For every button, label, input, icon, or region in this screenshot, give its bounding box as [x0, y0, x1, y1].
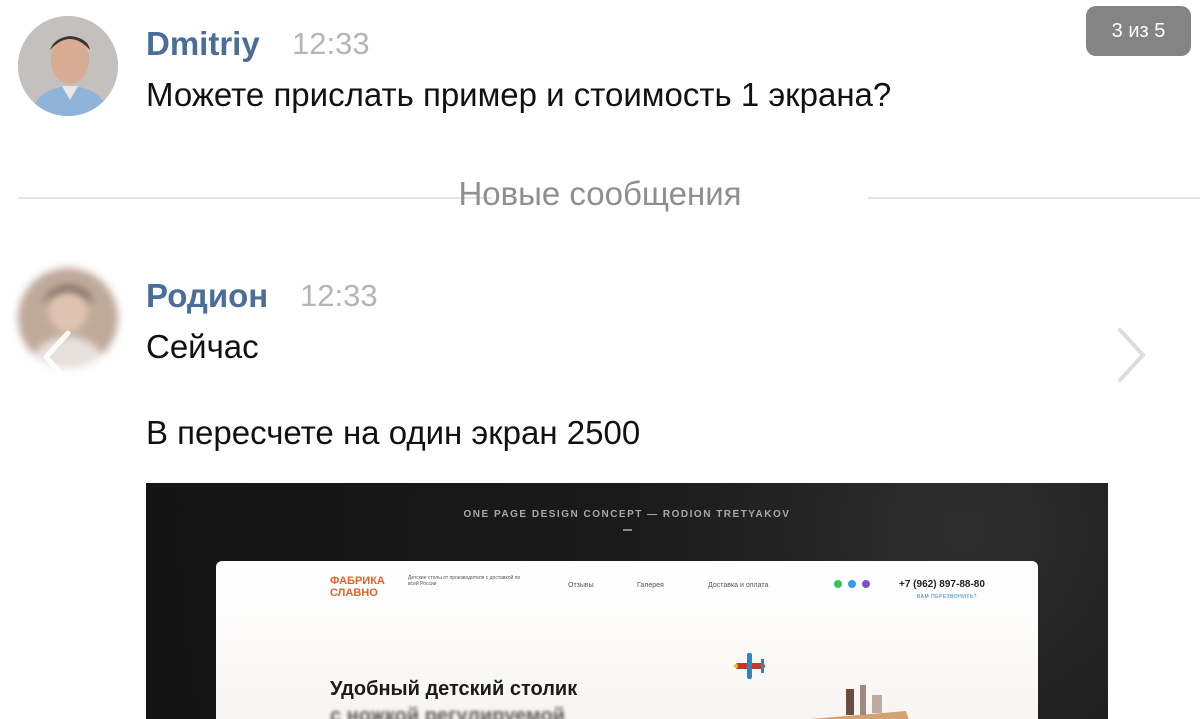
next-image-button[interactable] — [1112, 326, 1152, 386]
preview-caption: ONE PAGE DESIGN CONCEPT — RODION TRETYAK… — [463, 509, 791, 520]
message-text: Можете прислать пример и стоимость 1 экр… — [146, 76, 892, 113]
new-messages-divider: Новые сообщения — [458, 175, 742, 212]
mockup-nav-item: Отзывы — [568, 582, 594, 589]
mockup-heading: Удобный детский столик — [330, 678, 578, 700]
mockup-tagline: Детские столы от производителя с доставк… — [408, 575, 521, 587]
viber-icon — [862, 580, 870, 588]
message-time: 12:33 — [292, 26, 370, 61]
telegram-icon — [848, 580, 856, 588]
mockup-nav-item: Галерея — [637, 582, 664, 589]
message-author[interactable]: Dmitriy — [146, 25, 260, 63]
attached-image-preview[interactable]: ONE PAGE DESIGN CONCEPT — RODION TRETYAK… — [146, 483, 1108, 719]
message-text: Сейчас — [146, 328, 259, 365]
mockup-logo: ФАБРИКА СЛАВНО — [330, 575, 385, 599]
kids-table-icon — [810, 685, 909, 719]
image-counter-badge: 3 из 5 — [1086, 6, 1191, 56]
avatar[interactable] — [18, 16, 118, 116]
website-mockup: ФАБРИКА СЛАВНО Детские столы от производ… — [216, 561, 1038, 719]
mockup-callback-link: ВАМ ПЕРЕЗВОНИТЬ? — [917, 594, 977, 600]
mockup-heading-line2: с ножкой регулируемой — [330, 705, 565, 719]
chevron-left-icon — [43, 330, 71, 384]
message-text: В пересчете на один экран 2500 — [146, 414, 641, 451]
caption-divider — [623, 529, 632, 531]
mockup-logo-line2: СЛАВНО — [330, 587, 378, 599]
chevron-right-icon — [1118, 328, 1145, 382]
message-time: 12:33 — [300, 278, 378, 313]
mockup-messenger-icons — [834, 580, 870, 588]
avatar-photo-icon — [18, 16, 118, 116]
mockup-phone: +7 (962) 897-88-80 — [899, 579, 985, 590]
message-author[interactable]: Родион — [146, 277, 268, 315]
mockup-nav-item: Доставка и оплата — [708, 582, 769, 589]
toy-plane-icon — [734, 653, 765, 679]
whatsapp-icon — [834, 580, 842, 588]
previous-image-button[interactable] — [38, 327, 78, 387]
mockup-logo-line1: ФАБРИКА — [330, 575, 385, 587]
